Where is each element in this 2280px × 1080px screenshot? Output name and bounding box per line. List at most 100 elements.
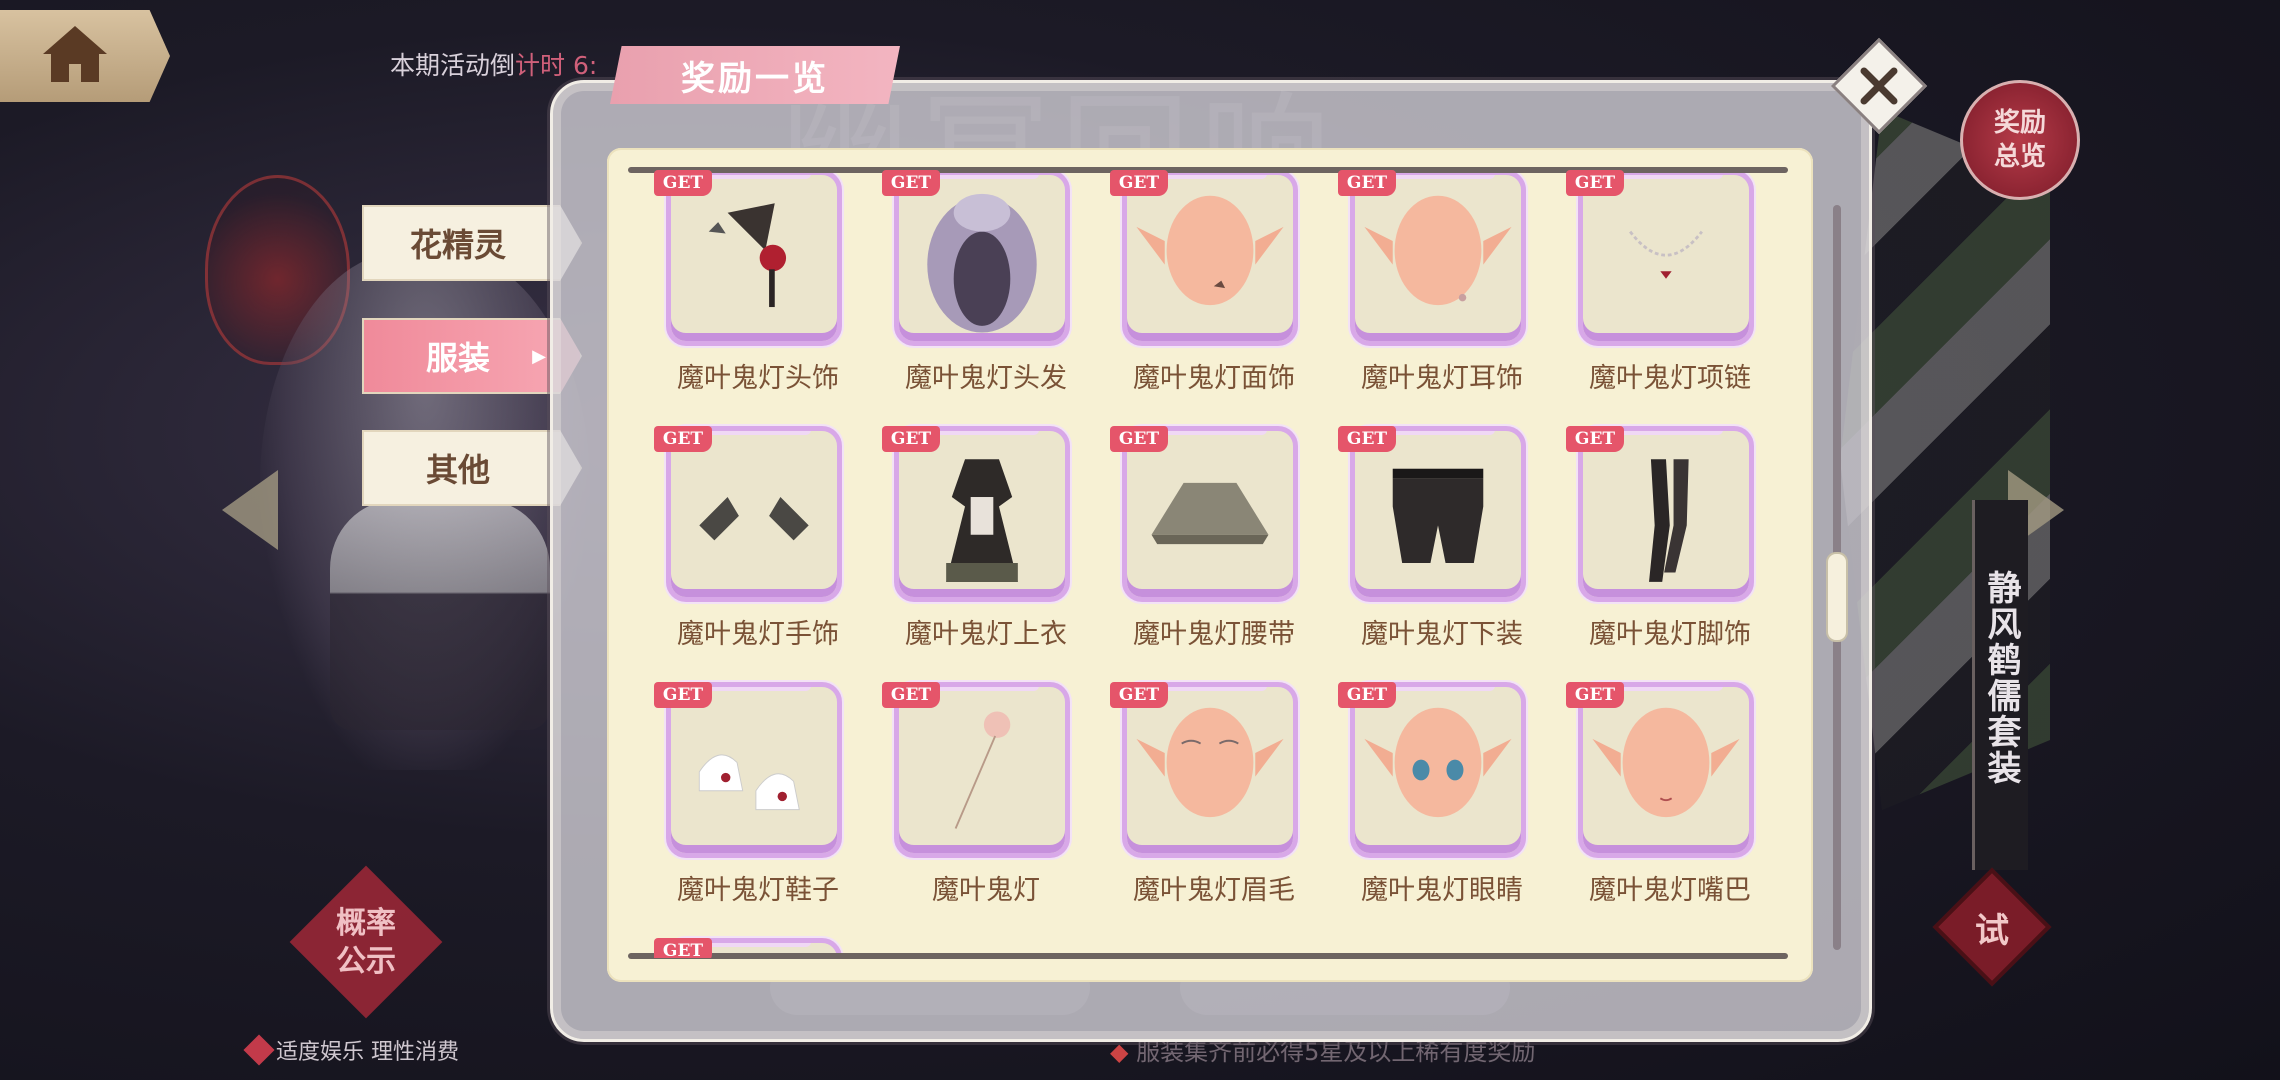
prev-arrow-icon[interactable] [222,470,278,550]
reward-item[interactable]: GET 魔叶鬼灯 [876,672,1076,912]
eyebrows-icon [1127,687,1293,853]
get-badge: GET [1566,682,1624,708]
item-label: 魔叶鬼灯头发 [905,363,1067,394]
reward-item[interactable]: GET 魔叶鬼灯上衣 [876,416,1076,656]
get-badge: GET [654,426,712,452]
home-button[interactable] [0,10,170,102]
item-card[interactable] [1350,170,1526,346]
item-card[interactable] [1578,170,1754,346]
panel-title: 奖励一览 [610,46,900,104]
shorts-icon [1355,431,1521,597]
mouth-icon [1583,687,1749,853]
tab-other[interactable]: 其他 [362,430,582,506]
reward-item[interactable]: GET 魔叶鬼灯手饰 [648,416,848,656]
get-badge: GET [1110,170,1168,196]
item-card[interactable] [894,682,1070,858]
get-badge: GET [1338,682,1396,708]
item-card[interactable] [894,426,1070,602]
get-badge: GET [882,426,940,452]
chevron-right-icon: ▶ [532,345,546,367]
tab-label: 其他 [425,451,490,489]
dress-icon [899,431,1065,597]
get-badge: GET [1566,170,1624,196]
get-badge: GET [654,170,712,196]
item-card[interactable] [894,170,1070,346]
warning-icon [243,1034,275,1066]
item-card[interactable] [1350,682,1526,858]
reward-item[interactable]: GET 魔叶鬼灯眉毛 [1104,672,1304,912]
reward-item[interactable]: GET 魔叶鬼灯眼睛 [1332,672,1532,912]
item-label: 魔叶鬼灯头饰 [677,363,839,394]
reward-item[interactable]: GET 魔叶鬼灯头饰 [648,160,848,400]
reward-item[interactable]: GET 魔叶鬼灯项链 [1560,160,1760,400]
reward-overview-button[interactable]: 奖励 总览 [1960,80,2080,200]
gloves-icon [671,431,837,597]
reward-item[interactable]: GET 魔叶鬼灯面饰 [1104,160,1304,400]
get-badge: GET [882,170,940,196]
item-label: 魔叶鬼灯项链 [1589,363,1751,394]
try-on-label: 试 [1975,910,2009,951]
item-card[interactable] [666,170,842,346]
item-label: 魔叶鬼灯下装 [1361,619,1523,650]
reward-item[interactable]: GET 魔叶鬼灯头发 [876,160,1076,400]
event-countdown: 本期活动倒计时 6: [390,51,598,80]
face-ornament-icon [1127,175,1293,341]
item-label: 魔叶鬼灯脚饰 [1589,619,1751,650]
character-dress [330,500,550,730]
hair-icon [899,175,1065,341]
suit-name-banner: 静风鹤儒套装 [1972,500,2028,870]
item-label: 魔叶鬼灯上衣 [905,619,1067,650]
item-card[interactable] [1578,682,1754,858]
item-card[interactable] [666,682,842,858]
reward-item[interactable]: GET 魔叶鬼灯鞋子 [648,672,848,912]
item-label: 魔叶鬼灯 [932,875,1040,906]
get-badge: GET [1110,426,1168,452]
eyes-icon [1355,687,1521,853]
item-label: 魔叶鬼灯腰带 [1133,619,1295,650]
reward-item[interactable]: GET 魔叶鬼灯脚饰 [1560,416,1760,656]
tab-label: 服装 [425,339,490,377]
item-label: 魔叶鬼灯耳饰 [1361,363,1523,394]
earring-icon [1355,175,1521,341]
item-label: 魔叶鬼灯嘴巴 [1589,875,1751,906]
shoes-icon [671,687,837,853]
get-badge: GET [1110,682,1168,708]
tab-clothing[interactable]: 服装 ▶ [362,318,582,394]
item-card[interactable] [1578,426,1754,602]
item-label: 魔叶鬼灯鞋子 [677,875,839,906]
reward-item[interactable]: GET 魔叶鬼灯耳饰 [1332,160,1532,400]
get-badge: GET [654,938,712,958]
lantern-decoration [205,175,350,365]
item-label: 魔叶鬼灯面饰 [1133,363,1295,394]
wand-icon [899,687,1065,853]
skirt-icon [1127,431,1293,597]
stockings-icon [1583,431,1749,597]
get-badge: GET [654,682,712,708]
probability-label: 概率 公示 [336,906,396,979]
home-icon [39,22,111,90]
item-card[interactable] [1350,426,1526,602]
tab-flower-spirit[interactable]: 花精灵 [362,205,582,281]
item-card[interactable] [1122,170,1298,346]
get-badge: GET [882,682,940,708]
necklace-icon [1583,175,1749,341]
item-label: 魔叶鬼灯手饰 [677,619,839,650]
tab-label: 花精灵 [409,226,506,264]
item-label: 魔叶鬼灯眼睛 [1361,875,1523,906]
scrollbar-thumb[interactable] [1826,552,1848,642]
item-card[interactable] [1122,426,1298,602]
item-label: 魔叶鬼灯眉毛 [1133,875,1295,906]
list-bottom-divider [628,953,1788,959]
get-badge: GET [1338,170,1396,196]
item-card[interactable] [1122,682,1298,858]
suit-name: 静风鹤儒套装 [1981,570,2021,786]
item-card[interactable] [666,426,842,602]
get-badge: GET [1566,426,1624,452]
reward-item[interactable]: GET 魔叶鬼灯嘴巴 [1560,672,1760,912]
get-badge: GET [1338,426,1396,452]
reward-item[interactable]: GET 魔叶鬼灯腰带 [1104,416,1304,656]
reward-item[interactable]: GET 魔叶鬼灯下装 [1332,416,1532,656]
close-icon [1845,52,1913,120]
hair-ornament-icon [671,175,837,341]
health-notice: 适度娱乐 理性消费 [243,1034,459,1066]
